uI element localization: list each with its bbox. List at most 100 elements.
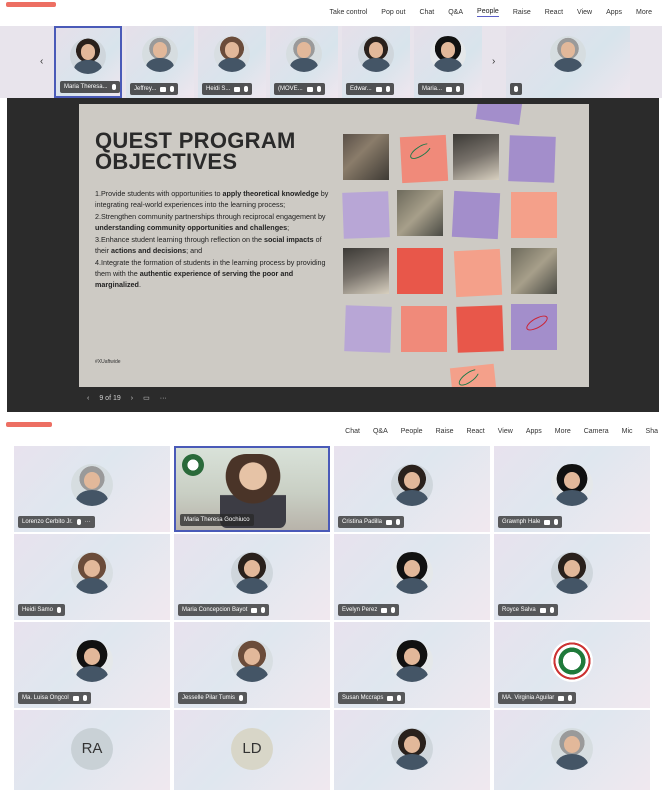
chevron-left-icon[interactable]: ‹ [87,395,89,402]
toolbar-camera[interactable]: Camera [584,428,609,435]
toolbar-q-a[interactable]: Q&A [373,428,388,435]
participant-tile[interactable] [334,710,490,790]
more-options-icon[interactable]: ··· [85,516,91,528]
mic-icon [391,607,396,613]
participant-name: Maria Concepcion Bayot [182,607,248,613]
toolbar-raise[interactable]: Raise [436,428,454,435]
toolbar-items: Chat Q&A People Raise React View Apps More Camer… [345,428,658,435]
toolbar-people[interactable]: People [401,428,423,435]
toolbar-react[interactable]: React [545,9,563,16]
collage-note [508,135,556,183]
toolbar-q-a[interactable]: Q&A [448,9,463,16]
slide-counter: 9 of 19 [99,394,121,402]
toolbar-view[interactable]: View [577,9,592,16]
objective-item: 2.Strengthen community partnerships thro… [95,211,337,233]
participant-tile[interactable]: MA. Virginia Aguilar [494,622,650,708]
filmstrip-tile[interactable]: Heidi S... [198,26,266,98]
toolbar-more[interactable]: More [636,9,652,16]
toolbar-apps[interactable]: Apps [526,428,542,435]
participant-tile[interactable]: Heidi Samo [14,534,170,620]
avatar [71,464,113,506]
participant-name-label: Ma. Luisa Ongcol [18,692,91,704]
toolbar-chat[interactable]: Chat [419,9,434,16]
collage-note [451,190,501,240]
participant-tile[interactable]: RA [14,710,170,790]
avatar-face [71,552,113,594]
chevron-right-icon[interactable]: › [131,395,133,402]
objective-text: . [138,280,141,289]
participant-name: Susan Mccraps [342,695,384,701]
slides-overview-icon[interactable]: ▭ [143,394,150,402]
participant-tile[interactable]: Susan Mccraps [334,622,490,708]
participant-name: Royce Salva [502,607,536,613]
participant-name-label: Grawnph Hale [498,516,563,528]
participant-tile[interactable]: Ma. Luisa Ongcol [14,622,170,708]
collage-photo [343,248,389,294]
toolbar-view[interactable]: View [498,428,513,435]
slide-navigation: ‹ 9 of 19 › ▭ ··· [87,394,167,403]
participant-tile[interactable]: Maria Concepcion Bayot [174,534,330,620]
mic-icon [239,695,244,701]
participant-tile[interactable]: Cristina Padilla [334,446,490,532]
avatar [391,728,433,770]
meeting-toolbar: Take control Pop out Chat Q&A People Raise Rea… [0,0,662,26]
chevron-right-icon[interactable]: › [492,56,495,67]
more-options-icon[interactable]: ··· [160,395,167,402]
participant-tile[interactable]: Lorenzo Cerbito Jr. ··· [14,446,170,532]
participant-name-label: Maria... [418,83,465,95]
collage-note [511,192,557,238]
participant-tile[interactable]: Evelyn Perez [334,534,490,620]
avatar [551,552,593,594]
avatar [286,36,322,72]
mic-icon [396,519,401,525]
toolbar-react[interactable]: React [466,428,484,435]
mic-icon [549,607,554,613]
toolbar-mic[interactable]: Mic [622,428,633,435]
avatar-face [551,728,593,770]
collage-photo [397,190,443,236]
camera-icon [160,86,167,92]
mic-icon [170,86,175,92]
filmstrip-tile[interactable]: Maria Theresa... [54,26,122,98]
camera-icon [251,607,258,613]
participant-tile[interactable]: Jesselle Pilar Tumis [174,622,330,708]
avatar-face [391,464,433,506]
toolbar-people[interactable]: People [477,8,499,17]
participant-name: Maria... [422,86,443,92]
avatar-face [142,36,178,72]
toolbar-raise[interactable]: Raise [513,9,531,16]
avatar [142,36,178,72]
participant-name-label: Maria Theresa Gochiuco [180,514,254,526]
avatar-face [550,36,586,72]
slide-hashtag: #XUaftwide [95,359,121,365]
camera-icon [446,86,453,92]
app-logo [6,422,52,427]
mic-icon [244,86,249,92]
filmstrip-tile[interactable]: Maria... [414,26,482,98]
participant-tile[interactable]: Maria Theresa Gochiuco [174,446,330,532]
toolbar-take-control[interactable]: Take control [330,9,368,16]
mic-icon [316,86,321,92]
initials-avatar: LD [231,728,273,770]
filmstrip-tile[interactable]: Jeffrey... [126,26,194,98]
camera-icon [386,519,393,525]
participant-tile[interactable]: LD [174,710,330,790]
collage-note [344,305,392,353]
toolbar-pop-out[interactable]: Pop out [381,9,405,16]
decorative-note [475,104,523,125]
toolbar-more[interactable]: More [555,428,571,435]
filmstrip-tile[interactable] [506,26,630,98]
filmstrip-tile[interactable]: Edwar... [342,26,410,98]
toolbar-apps[interactable]: Apps [606,9,622,16]
participant-tile[interactable]: Grawnph Hale [494,446,650,532]
chevron-left-icon[interactable]: ‹ [40,56,43,67]
avatar-face [231,640,273,682]
toolbar-chat[interactable]: Chat [345,428,360,435]
participant-tile[interactable] [494,710,650,790]
participant-tile[interactable]: Royce Salva [494,534,650,620]
mic-icon [261,607,266,613]
toolbar-sha[interactable]: Sha [646,428,658,435]
avatar-face [391,552,433,594]
participant-name-label: Maria Concepcion Bayot [178,604,270,616]
filmstrip-tile[interactable]: (MOVE... [270,26,338,98]
